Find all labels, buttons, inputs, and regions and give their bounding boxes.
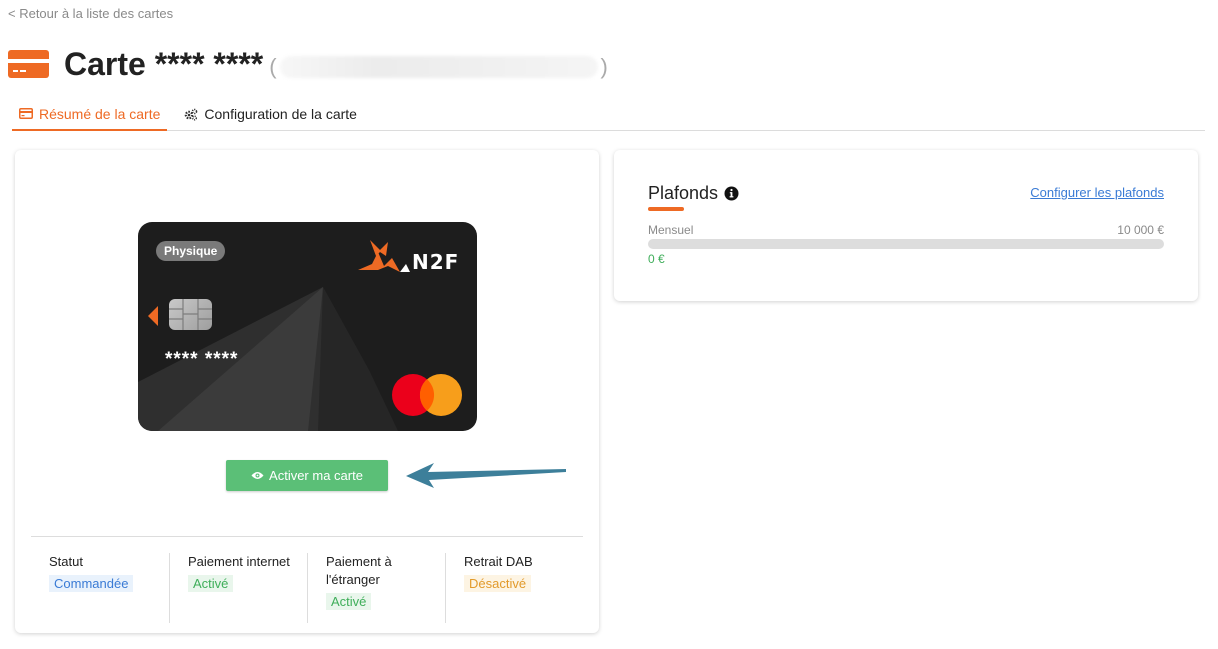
- mastercard-logo-icon: [392, 374, 462, 416]
- status-label: Retrait DAB: [464, 554, 533, 569]
- status-label: Paiement à l'étranger: [326, 554, 392, 587]
- status-badge: Activé: [188, 575, 234, 592]
- card-logo-text: N2F: [412, 250, 460, 274]
- tab-bar: Résumé de la carte Configuration de la c…: [12, 98, 1205, 131]
- tab-label: Configuration de la carte: [204, 106, 357, 122]
- activate-card-button[interactable]: Activer ma carte: [226, 460, 388, 491]
- chip-icon: [169, 299, 212, 330]
- status-badge: Commandée: [49, 575, 134, 592]
- status-item-internet-payment: Paiement internet Activé: [169, 553, 307, 623]
- status-item-atm-withdrawal: Retrait DAB Désactivé: [445, 553, 583, 623]
- credit-card-icon: [19, 108, 33, 119]
- status-item-foreign-payment: Paiement à l'étranger Activé: [307, 553, 445, 623]
- limits-panel: Plafonds Configurer les plafonds Mensuel…: [614, 150, 1198, 301]
- credit-card-icon: [8, 50, 49, 78]
- tab-label: Résumé de la carte: [39, 105, 161, 122]
- limits-title: Plafonds: [648, 183, 719, 203]
- eye-icon: [251, 471, 264, 480]
- status-badge: Désactivé: [464, 575, 532, 592]
- limit-used-amount: 0 €: [648, 252, 665, 266]
- info-circle-icon[interactable]: [724, 186, 739, 201]
- limits-heading: Plafonds: [648, 183, 739, 204]
- activate-card-label: Activer ma carte: [269, 468, 363, 483]
- back-to-cards-link[interactable]: < Retour à la liste des cartes: [8, 6, 173, 21]
- redacted-name: [279, 56, 598, 78]
- paren-open: (: [269, 54, 277, 79]
- limit-max-amount: 10 000 €: [1117, 223, 1164, 237]
- status-label: Paiement internet: [188, 554, 290, 569]
- gears-icon: [184, 108, 198, 121]
- card-status-row: Statut Commandée Paiement internet Activ…: [31, 553, 583, 623]
- divider: [31, 536, 583, 537]
- status-label: Statut: [49, 554, 83, 569]
- tab-card-configuration[interactable]: Configuration de la carte: [177, 98, 364, 130]
- page-header: Carte **** **** ( ): [8, 44, 608, 84]
- card-notch-icon: [148, 306, 158, 326]
- status-item-statut: Statut Commandée: [31, 553, 169, 623]
- page-title: Carte **** ****: [64, 45, 264, 82]
- heading-underline: [648, 207, 684, 211]
- cardholder-name: ( ): [269, 54, 608, 80]
- callout-arrow-icon: [406, 463, 566, 488]
- tab-card-summary[interactable]: Résumé de la carte: [12, 98, 168, 131]
- card-number: **** ****: [165, 349, 239, 370]
- card-visual: Physique N2F **** ****: [138, 222, 477, 431]
- card-type-badge: Physique: [156, 241, 226, 261]
- limit-period-label: Mensuel: [648, 223, 694, 237]
- card-summary-panel: Physique N2F **** **** Activer ma carte …: [15, 150, 599, 633]
- limit-progress-bar: [648, 239, 1164, 249]
- paren-close: ): [600, 54, 608, 79]
- configure-limits-link[interactable]: Configurer les plafonds: [1030, 185, 1164, 200]
- status-badge: Activé: [326, 593, 372, 610]
